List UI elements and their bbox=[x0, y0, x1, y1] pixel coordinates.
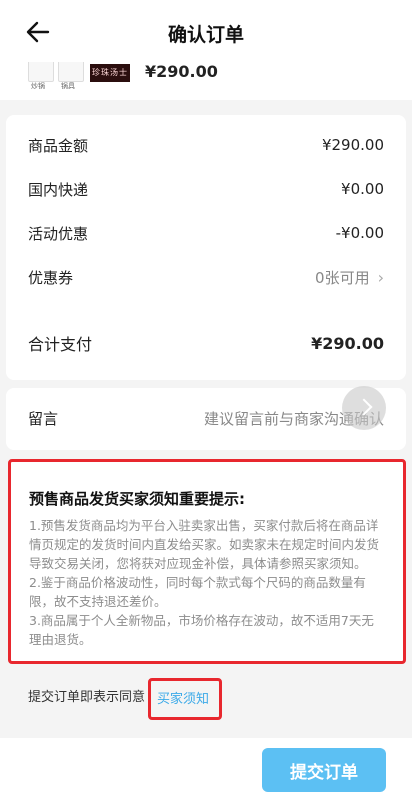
summary-label: 国内快递 bbox=[28, 180, 89, 199]
summary-label: 优惠券 bbox=[28, 268, 74, 287]
product-thumbnail-label: 珍珠汤士 bbox=[90, 64, 130, 82]
notice-body: 1.预售发货商品均为平台入驻卖家出售，买家付款后将在商品详情页规定的发货时间内直… bbox=[29, 516, 385, 649]
submit-order-button[interactable]: 提交订单 bbox=[262, 748, 386, 792]
chevron-right-icon: › bbox=[377, 267, 384, 287]
header-bar: 确认订单 bbox=[0, 0, 412, 62]
coupon-count: 0张可用 bbox=[315, 268, 370, 287]
notice-paragraph: 3.商品属于个人全新物品，市场价格存在波动，故不适用7天无理由退货。 bbox=[29, 613, 374, 647]
product-thumbnail: 炒锅 bbox=[28, 62, 54, 90]
presale-notice: 预售商品发货买家须知重要提示: 1.预售发货商品均为平台入驻卖家出售，买家付款后… bbox=[8, 459, 406, 664]
total-label: 合计支付 bbox=[28, 335, 93, 354]
coupon-value[interactable]: 0张可用 › bbox=[315, 267, 384, 288]
agreement-text: 提交订单即表示同意 bbox=[28, 690, 146, 705]
product-thumbnail: 锅具 bbox=[58, 62, 84, 90]
message-label: 留言 bbox=[28, 410, 59, 428]
buyer-notice-link-highlight: 买家须知 bbox=[148, 678, 222, 720]
summary-row-total: 合计支付 ¥290.00 bbox=[28, 331, 384, 355]
notice-paragraph: 2.鉴于商品价格波动性，同时每个款式每个尺码的商品数量有限，故不支持退还差价。 bbox=[29, 575, 366, 609]
product-price: ¥290.00 bbox=[145, 62, 218, 81]
summary-row-coupon[interactable]: 优惠券 0张可用 › bbox=[28, 265, 384, 289]
summary-label: 活动优惠 bbox=[28, 224, 89, 243]
buyer-notice-link[interactable]: 买家须知 bbox=[157, 688, 209, 707]
page-title: 确认订单 bbox=[167, 24, 244, 46]
notice-paragraph: 1.预售发货商品均为平台入驻卖家出售，买家付款后将在商品详情页规定的发货时间内直… bbox=[29, 518, 380, 571]
bottom-bar: 提交订单 bbox=[0, 738, 412, 801]
order-summary-card: 商品金额 ¥290.00 国内快递 ¥0.00 活动优惠 -¥0.00 优惠券 … bbox=[6, 115, 406, 380]
summary-row-shipping: 国内快递 ¥0.00 bbox=[28, 177, 384, 201]
notice-title: 预售商品发货买家须知重要提示: bbox=[29, 490, 246, 508]
product-strip: 炒锅 锅具 珍珠汤士 ¥290.00 bbox=[0, 62, 412, 100]
summary-row-goods: 商品金额 ¥290.00 bbox=[28, 133, 384, 157]
summary-value: ¥290.00 bbox=[321, 136, 384, 154]
floating-action-button[interactable] bbox=[342, 386, 386, 430]
summary-value: ¥0.00 bbox=[341, 180, 384, 198]
total-value: ¥290.00 bbox=[311, 333, 384, 353]
summary-value: -¥0.00 bbox=[335, 224, 384, 242]
summary-row-discount: 活动优惠 -¥0.00 bbox=[28, 221, 384, 245]
summary-label: 商品金额 bbox=[28, 136, 89, 155]
